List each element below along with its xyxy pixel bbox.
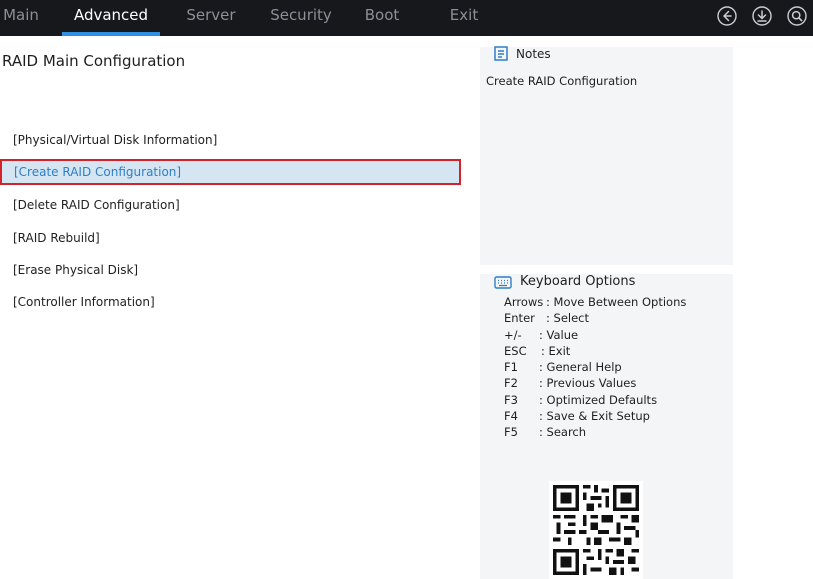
search-icon[interactable] — [786, 5, 808, 27]
notes-icon — [494, 46, 516, 61]
notes-header: Notes — [494, 46, 551, 61]
menu-item-raid-rebuild[interactable]: [RAID Rebuild] — [13, 228, 100, 248]
tab-boot[interactable]: Boot — [358, 0, 406, 36]
kb-option: ESC: Exit — [504, 343, 571, 358]
notes-title: Notes — [516, 46, 551, 61]
kb-option: F1: General Help — [504, 360, 622, 375]
notes-panel: Notes Create RAID Configuration — [480, 46, 733, 265]
qr-code — [549, 481, 643, 579]
kb-option: F4: Save & Exit Setup — [504, 409, 650, 424]
tab-server[interactable]: Server — [180, 0, 242, 36]
tab-advanced[interactable]: Advanced — [62, 0, 160, 36]
back-icon[interactable] — [716, 5, 738, 27]
menu-item-create-raid-configuration[interactable]: [Create RAID Configuration] — [0, 159, 461, 185]
download-icon[interactable] — [751, 5, 773, 27]
keyboard-options-list: Arrows: Move Between Options Enter: Sele… — [504, 294, 686, 441]
kb-option: F2: Previous Values — [504, 376, 637, 391]
tab-main[interactable]: Main — [0, 0, 42, 36]
keyboard-options-title: Keyboard Options — [520, 274, 636, 289]
kb-option: Enter: Select — [504, 311, 590, 326]
kb-option: F3: Optimized Defaults — [504, 392, 658, 407]
kb-option: F5: Search — [504, 425, 587, 440]
page-title: RAID Main Configuration — [2, 52, 186, 70]
tab-exit[interactable]: Exit — [442, 0, 486, 36]
menu-item-delete-raid-configuration[interactable]: [Delete RAID Configuration] — [13, 195, 180, 215]
keyboard-options-panel: Keyboard Options Arrows: Move Between Op… — [480, 274, 733, 579]
tab-security[interactable]: Security — [264, 0, 338, 36]
menu-item-controller-information[interactable]: [Controller Information] — [13, 292, 155, 312]
menu-item-physical-virtual-disk-info[interactable]: [Physical/Virtual Disk Information] — [13, 130, 217, 150]
kb-option: +/-: Value — [504, 327, 579, 342]
keyboard-options-header: Keyboard Options — [494, 274, 635, 289]
menu-item-erase-physical-disk[interactable]: [Erase Physical Disk] — [13, 260, 138, 280]
keyboard-icon — [494, 275, 520, 289]
top-menu-bar: Main Advanced Server Security Boot Exit — [0, 0, 813, 36]
notes-text: Create RAID Configuration — [486, 74, 638, 88]
kb-option: Arrows: Move Between Options — [504, 295, 687, 309]
